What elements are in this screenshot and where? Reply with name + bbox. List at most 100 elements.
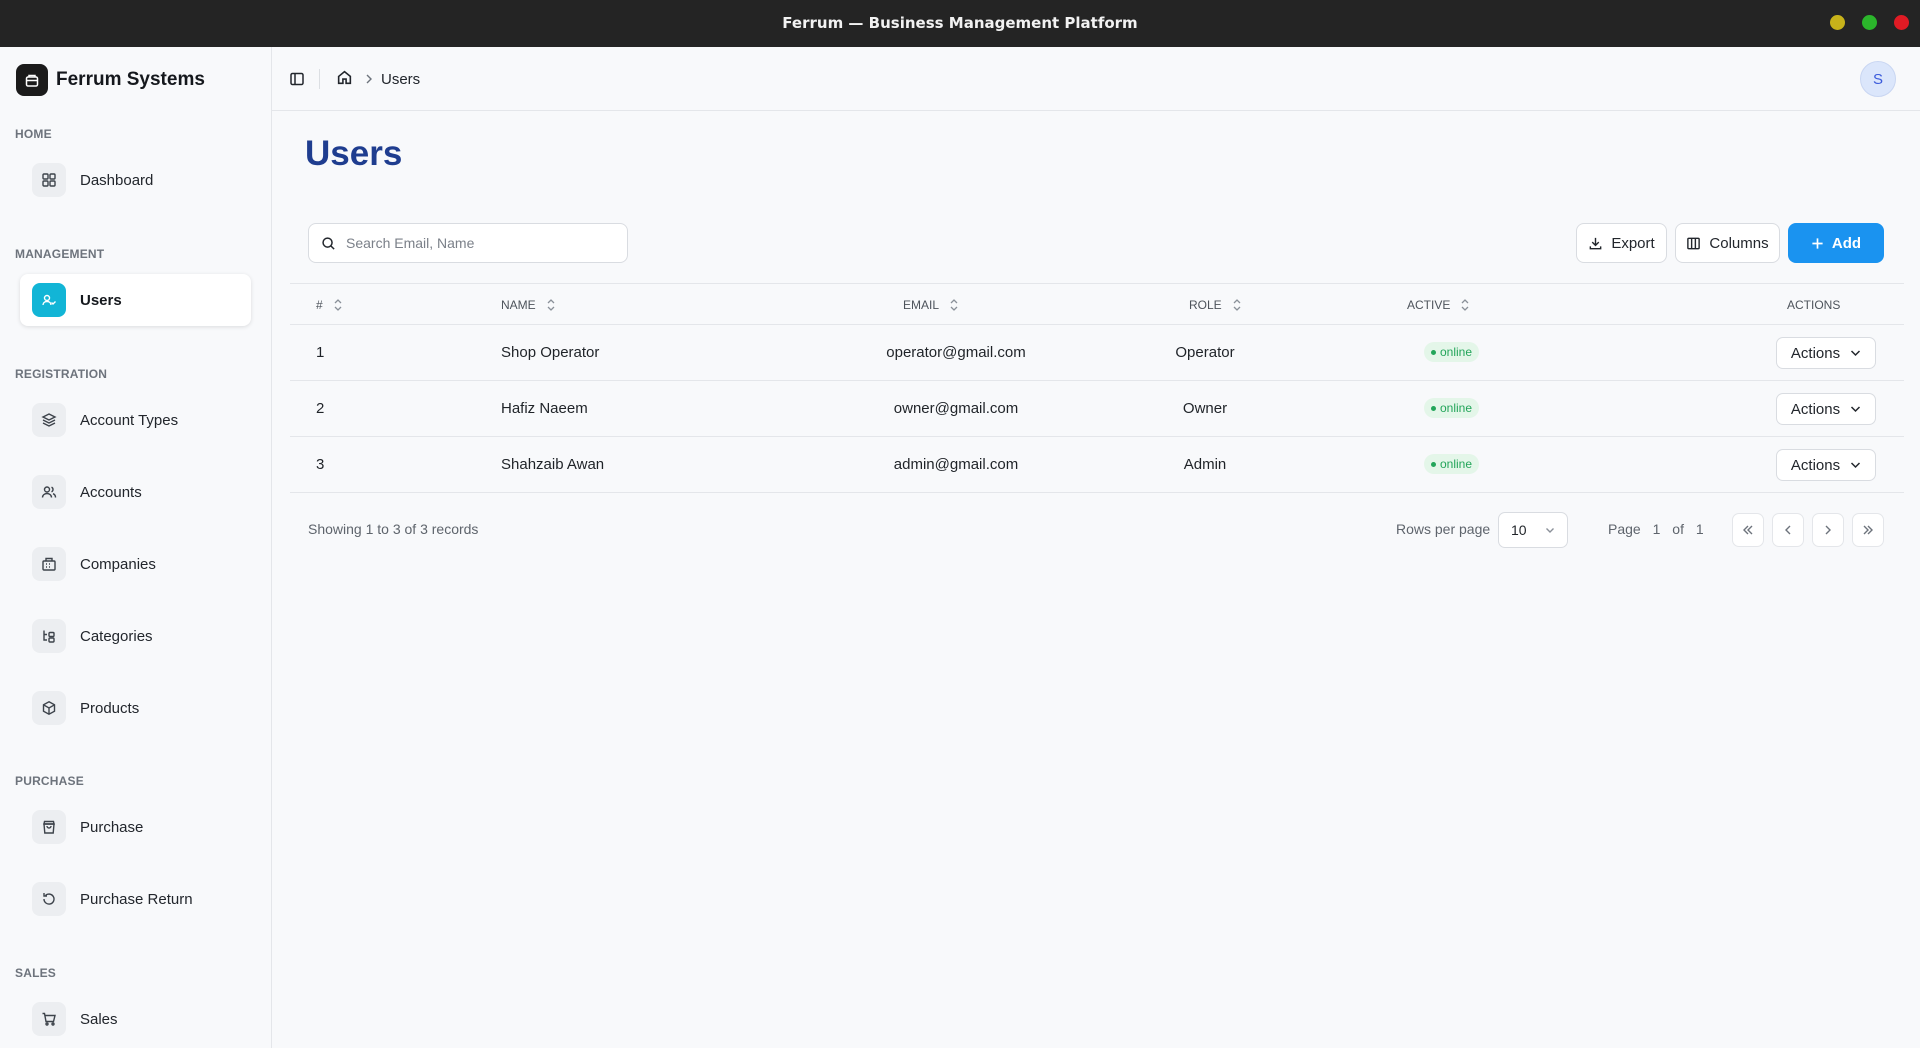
previous-page-button[interactable] [1772,513,1804,547]
columns-icon [1687,237,1701,249]
sidebar-item-label: Sales [80,1010,118,1028]
cell-index: 3 [316,456,325,473]
chevrons-right-icon [1863,525,1873,535]
table-row: 1 Shop Operator operator@gmail.com Opera… [290,325,1904,381]
sidebar-item-dashboard[interactable]: Dashboard [20,154,251,206]
search-box [308,223,628,263]
sidebar-item-account-types[interactable]: Account Types [20,394,251,446]
sort-icon [1233,299,1241,311]
return-icon [32,882,66,916]
table-header: # NAME EMAIL ROLE ACTIVE ACTIONS [290,283,1904,325]
sidebar-item-label: Categories [80,627,153,645]
sidebar-item-label: Purchase [80,818,144,836]
cell-name: Shop Operator [501,344,600,361]
section-purchase-label: PURCHASE [15,774,84,788]
cell-index: 1 [316,344,325,361]
sidebar-item-label: Companies [80,555,156,573]
sidebar-item-products[interactable]: Products [20,682,251,734]
column-header-active[interactable]: ACTIVE [1407,298,1470,312]
building-icon [32,547,66,581]
page-indicator: Page 1 of 1 [1608,521,1704,537]
status-dot [1431,461,1436,467]
sidebar-item-purchase[interactable]: Purchase [20,801,251,853]
header-divider [319,69,320,89]
page-title: Users [305,134,403,173]
brand-name: Ferrum Systems [56,69,205,90]
search-input[interactable] [346,235,606,251]
add-label: Add [1831,234,1862,252]
minimize-button[interactable] [1830,15,1845,30]
rows-per-page-label: Rows per page [1396,521,1491,537]
layers-icon [32,403,66,437]
accounts-icon [32,475,66,509]
window-titlebar: Ferrum — Business Management Platform [0,0,1920,47]
users-icon [32,283,66,317]
window-title: Ferrum — Business Management Platform [782,14,1138,32]
cell-index: 2 [316,400,325,417]
sidebar-item-users[interactable]: Users [20,274,251,326]
chevron-right-icon [364,72,374,90]
section-management-label: MANAGEMENT [15,247,105,261]
cell-role: Admin [1183,456,1227,473]
status-dot [1431,405,1436,411]
status-badge: online [1424,342,1480,362]
table-row: 3 Shahzaib Awan admin@gmail.com Admin on… [290,437,1904,493]
sidebar-item-sales[interactable]: Sales [20,993,251,1045]
rows-per-page-select[interactable]: 10 [1498,512,1568,548]
chevron-right-icon [1825,525,1831,535]
cell-email: owner@gmail.com [893,400,1019,417]
sort-icon [334,299,342,311]
sidebar-item-label: Users [80,291,122,309]
categories-icon [32,619,66,653]
row-actions-button[interactable]: Actions [1776,337,1876,369]
sidebar-item-label: Products [80,699,140,717]
add-user-button[interactable]: Add [1788,223,1884,263]
sidebar: Ferrum Systems HOME Dashboard MANAGEMENT… [0,47,272,1048]
maximize-button[interactable] [1862,15,1877,30]
column-header-email[interactable]: EMAIL [903,298,959,312]
sidebar-item-accounts[interactable]: Accounts [20,466,251,518]
sidebar-item-label: Purchase Return [80,890,193,908]
cell-name: Shahzaib Awan [501,456,605,473]
bag-icon [32,810,66,844]
avatar[interactable]: S [1860,61,1896,97]
sidebar-item-label: Accounts [80,483,142,501]
records-summary: Showing 1 to 3 of 3 records [308,521,479,537]
last-page-button[interactable] [1852,513,1884,547]
search-icon [322,236,335,250]
column-header-role[interactable]: ROLE [1189,298,1242,312]
row-actions-button[interactable]: Actions [1776,449,1876,481]
close-button[interactable] [1894,15,1909,30]
column-header-name[interactable]: NAME [501,298,556,312]
top-header: Users S [272,47,1920,111]
first-page-button[interactable] [1732,513,1764,547]
chevron-down-icon [1851,350,1861,357]
status-dot [1431,349,1436,355]
chevron-down-icon [1851,462,1861,469]
cell-name: Hafiz Naeem [501,400,588,417]
chevron-down-icon [1546,528,1554,533]
breadcrumb-home-link[interactable] [336,69,353,91]
sidebar-item-categories[interactable]: Categories [20,610,251,662]
column-header-index[interactable]: # [316,298,343,312]
users-table: # NAME EMAIL ROLE ACTIVE ACTIONS 1 Shop … [290,283,1904,493]
box-icon [32,691,66,725]
next-page-button[interactable] [1812,513,1844,547]
cell-role: Owner [1182,400,1228,417]
download-icon [1589,237,1602,249]
sort-icon [950,299,958,311]
row-actions-button[interactable]: Actions [1776,393,1876,425]
columns-button[interactable]: Columns [1675,223,1780,263]
status-badge: online [1424,454,1480,474]
cell-email: operator@gmail.com [886,344,1026,361]
sidebar-item-purchase-return[interactable]: Purchase Return [20,873,251,925]
brand[interactable]: Ferrum Systems [16,64,205,96]
dashboard-icon [32,163,66,197]
sidebar-item-companies[interactable]: Companies [20,538,251,590]
export-button[interactable]: Export [1576,223,1667,263]
sidebar-item-label: Dashboard [80,171,154,189]
export-label: Export [1611,234,1655,252]
sidebar-toggle-button[interactable] [286,68,308,90]
table-row: 2 Hafiz Naeem owner@gmail.com Owner onli… [290,381,1904,437]
sidebar-toggle-icon [290,72,304,86]
